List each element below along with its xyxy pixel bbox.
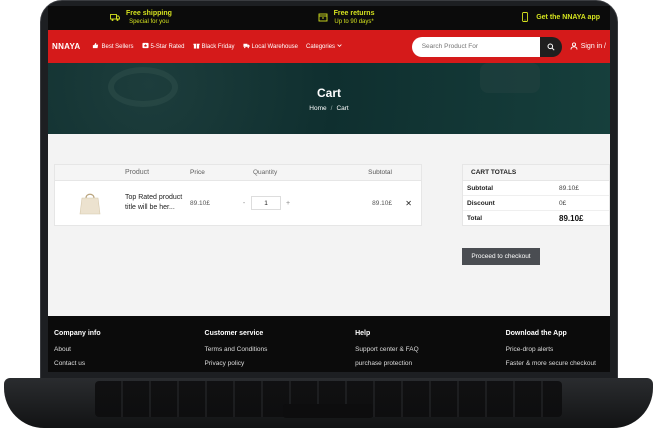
user-icon bbox=[570, 41, 578, 52]
totals-label: Discount bbox=[467, 199, 495, 207]
column-header-price: Price bbox=[190, 169, 205, 176]
cart-totals-panel: CART TOTALS Subtotal 89.10£ Discount 0£ … bbox=[462, 164, 610, 226]
nav-label: Categories bbox=[306, 43, 336, 50]
quantity-input[interactable]: 1 bbox=[251, 196, 281, 210]
hero-decoration bbox=[480, 63, 540, 93]
promo-subtitle: Up to 90 days* bbox=[334, 19, 374, 25]
cart-content: Product Price Quantity Subtotal Top Rate… bbox=[48, 134, 610, 316]
footer-column-download-app: Download the App Price-drop alerts Faste… bbox=[506, 330, 604, 372]
signin-link[interactable]: Sign in / bbox=[570, 41, 606, 52]
nav-5-star-rated[interactable]: 5-Star Rated bbox=[141, 42, 185, 51]
promo-subtitle: Special for you bbox=[129, 19, 169, 25]
page-hero: Cart Home / Cart bbox=[48, 63, 610, 134]
remove-item-button[interactable]: ✕ bbox=[392, 199, 412, 208]
site-footer: Company info About Contact us Customer s… bbox=[48, 316, 610, 372]
page-title: Cart bbox=[316, 85, 341, 100]
phone-icon bbox=[520, 9, 530, 27]
main-nav: Best Sellers 5-Star Rated Black Friday L… bbox=[92, 42, 411, 51]
promo-title: Free returns bbox=[333, 10, 375, 17]
totals-value: 0£ bbox=[559, 199, 567, 207]
totals-row-total: Total 89.10£ bbox=[463, 211, 609, 225]
laptop-frame: Free shipping Special for you Free retur… bbox=[0, 0, 657, 438]
footer-heading: Help bbox=[355, 330, 371, 337]
star-icon bbox=[141, 42, 149, 51]
totals-row-discount: Discount 0£ bbox=[463, 196, 609, 211]
truck-icon bbox=[242, 42, 250, 51]
search-bar bbox=[411, 36, 562, 57]
footer-link-purchase-protection[interactable]: purchase protection bbox=[355, 360, 506, 367]
site-logo[interactable]: NNAYA bbox=[52, 42, 80, 51]
footer-heading: Customer service bbox=[204, 330, 264, 337]
search-button[interactable] bbox=[539, 36, 562, 57]
nav-local-warehouse[interactable]: Local Warehouse bbox=[242, 42, 299, 51]
gift-icon bbox=[192, 42, 200, 51]
signin-label: Sign in / bbox=[580, 43, 606, 50]
footer-heading: Download the App bbox=[505, 330, 567, 337]
search-icon bbox=[547, 38, 555, 56]
cart-item-row: Top Rated product title will be her... 8… bbox=[55, 181, 421, 225]
product-title[interactable]: Top Rated product title will be her... bbox=[125, 193, 190, 213]
nav-label: Black Friday bbox=[201, 43, 235, 50]
nav-categories[interactable]: Categories bbox=[306, 42, 342, 51]
breadcrumb-home[interactable]: Home bbox=[309, 105, 326, 112]
footer-heading: Company info bbox=[54, 330, 101, 337]
chevron-down-icon bbox=[337, 43, 342, 50]
column-header-product: Product bbox=[125, 168, 150, 176]
cart-table-header: Product Price Quantity Subtotal bbox=[55, 165, 421, 181]
breadcrumb: Home / Cart bbox=[309, 105, 348, 112]
handbag-image bbox=[79, 190, 101, 216]
footer-link-privacy[interactable]: Privacy policy bbox=[205, 360, 356, 367]
breadcrumb-current: Cart bbox=[336, 104, 349, 112]
footer-link-terms[interactable]: Terms and Conditions bbox=[205, 346, 356, 353]
cart-table: Product Price Quantity Subtotal Top Rate… bbox=[54, 164, 422, 226]
thumbs-up-icon bbox=[92, 42, 99, 51]
screen: Free shipping Special for you Free retur… bbox=[48, 6, 610, 372]
product-price: 89.10£ bbox=[190, 199, 210, 207]
footer-link-secure-checkout[interactable]: Faster & more secure checkout bbox=[506, 360, 604, 367]
footer-link-support[interactable]: Support center & FAQ bbox=[355, 346, 506, 353]
nav-best-sellers[interactable]: Best Sellers bbox=[92, 42, 134, 51]
main-header: NNAYA Best Sellers 5-Star Rated Black Fr… bbox=[48, 30, 610, 63]
column-header-subtotal: Subtotal bbox=[368, 169, 392, 176]
promo-title: Free shipping bbox=[126, 10, 172, 17]
promo-strip: Free shipping Special for you Free retur… bbox=[48, 6, 610, 30]
totals-value: 89.10£ bbox=[559, 213, 584, 223]
footer-column-customer-service: Customer service Terms and Conditions Pr… bbox=[205, 330, 356, 372]
quantity-decrement-button[interactable]: - bbox=[237, 196, 251, 210]
product-subtotal: 89.10£ bbox=[372, 199, 392, 207]
totals-value: 89.10£ bbox=[559, 184, 579, 192]
promo-free-shipping[interactable]: Free shipping Special for you bbox=[110, 9, 172, 27]
totals-label: Total bbox=[467, 214, 483, 222]
box-icon bbox=[318, 9, 328, 27]
promo-get-app[interactable]: Get the NNAYA app bbox=[520, 9, 600, 27]
column-header-quantity: Quantity bbox=[253, 169, 278, 176]
quantity-stepper: - 1 + bbox=[237, 196, 332, 210]
product-thumbnail[interactable] bbox=[55, 190, 125, 216]
totals-row-subtotal: Subtotal 89.10£ bbox=[463, 181, 609, 196]
footer-column-company: Company info About Contact us bbox=[54, 330, 205, 372]
proceed-to-checkout-button[interactable]: Proceed to checkout bbox=[462, 248, 540, 265]
truck-icon bbox=[110, 9, 120, 27]
promo-title: Get the NNAYA app bbox=[536, 14, 600, 21]
nav-black-friday[interactable]: Black Friday bbox=[192, 42, 235, 51]
nav-label: Best Sellers bbox=[101, 43, 134, 50]
nav-label: Local Warehouse bbox=[251, 43, 299, 50]
hero-decoration bbox=[108, 67, 178, 107]
cart-totals-title: CART TOTALS bbox=[463, 165, 609, 181]
footer-link-contact[interactable]: Contact us bbox=[54, 360, 205, 367]
search-input[interactable] bbox=[411, 36, 540, 57]
breadcrumb-separator: / bbox=[330, 104, 333, 112]
quantity-increment-button[interactable]: + bbox=[281, 196, 295, 210]
laptop-notch bbox=[283, 404, 373, 418]
promo-free-returns[interactable]: Free returns Up to 90 days* bbox=[318, 9, 375, 27]
footer-link-about[interactable]: About bbox=[54, 346, 205, 353]
totals-label: Subtotal bbox=[467, 184, 493, 192]
nav-label: 5-Star Rated bbox=[150, 43, 185, 50]
footer-column-help: Help Support center & FAQ purchase prote… bbox=[355, 330, 506, 372]
footer-link-price-drop[interactable]: Price-drop alerts bbox=[506, 346, 604, 353]
